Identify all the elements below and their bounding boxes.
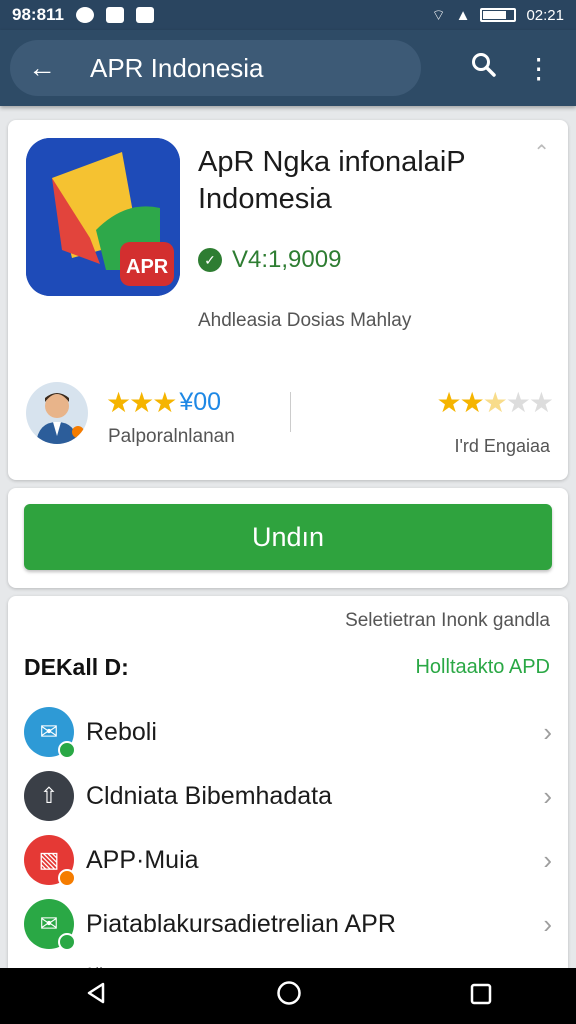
install-button[interactable]: Undın	[24, 504, 552, 570]
details-card: Seletietran Inonk gandla DEKall D: Hollt…	[8, 596, 568, 968]
star-rating-left: ★★★	[106, 387, 177, 418]
search-icon[interactable]	[457, 52, 512, 85]
rating-label-right: I'rd Engaiaa	[454, 436, 550, 456]
battery-icon	[480, 8, 517, 22]
rating-label-left: Palporalnlanan	[108, 426, 235, 447]
star-rating-right: ★★★★★	[436, 387, 554, 418]
list-item-data[interactable]: ⇧ Cldniata Bibemhadata ›	[8, 764, 568, 828]
search-bar[interactable]: ← APR Indonesia	[10, 40, 421, 96]
install-card: Undın	[8, 488, 568, 588]
list-item-protection[interactable]: ✉ Piatablakursadietrelian APR ›	[8, 892, 568, 956]
chevron-right-icon: ›	[543, 908, 552, 939]
chevron-right-icon: ›	[543, 844, 552, 875]
media-app-icon: ▧	[24, 835, 76, 887]
mail-icon	[106, 7, 124, 23]
rating-count: ¥00	[179, 388, 222, 416]
wifi-icon: ⌔	[431, 6, 446, 24]
details-link[interactable]: Holltaakto APD	[415, 656, 550, 679]
chevron-right-icon: ›	[543, 780, 552, 811]
app-info-card: APR ApR Ngka infonalaiP Indomesia ⌃ ✓ V4…	[8, 120, 568, 480]
list-item-label: Piatablakursadietrelian APR	[86, 909, 396, 938]
list-item-media[interactable]: ▧ APP·Muia ›	[8, 828, 568, 892]
list-item-reboli[interactable]: ✉ Reboli ›	[8, 700, 568, 764]
status-time: 02:21	[526, 6, 564, 24]
app-icon-text: APR	[126, 256, 169, 278]
app-notification-icon	[136, 7, 154, 23]
app-icon: APR	[26, 138, 180, 296]
nav-recents-icon[interactable]	[470, 981, 492, 1012]
nav-home-icon[interactable]	[276, 980, 302, 1013]
signal-icon: ▲	[455, 6, 471, 24]
system-nav-bar	[0, 968, 576, 1024]
more-vert-icon[interactable]: ⋮	[511, 52, 566, 85]
chevron-right-icon: ›	[543, 716, 552, 747]
avatar	[26, 382, 88, 444]
rating-divider	[290, 392, 291, 432]
status-left-text: 98:811	[12, 5, 64, 24]
back-arrow-icon[interactable]: ←	[28, 52, 68, 84]
developer-name[interactable]: Ahdleasia Dosias Mahlay	[198, 310, 411, 332]
app-bar-title: APR Indonesia	[90, 52, 264, 83]
chevron-up-icon[interactable]: ⌃	[533, 140, 550, 165]
see-all-link[interactable]: Seletietran Inonk gandla	[345, 610, 550, 632]
list-item-label: Cldniata Bibemhadata	[86, 781, 332, 810]
shield-mail-icon: ✉	[24, 899, 76, 951]
list-item-label: APP·Muia	[86, 845, 199, 874]
app-version: V4:1,9009	[232, 246, 342, 273]
rating-summary-left: ★★★ ¥00	[106, 386, 221, 419]
nav-back-icon[interactable]	[84, 981, 108, 1012]
details-heading: DEKall D:	[24, 654, 129, 680]
notification-icon	[76, 7, 94, 23]
version-row: ✓ V4:1,9009	[198, 246, 341, 274]
share-upload-icon: ⇧	[24, 771, 74, 821]
verified-icon: ✓	[198, 248, 222, 272]
mail-check-icon: ✉	[24, 707, 76, 759]
list-item-label: Reboli	[86, 717, 157, 746]
app-bar: ← APR Indonesia ⋮	[0, 30, 576, 106]
app-name: ApR Ngka infonalaiP Indomesia	[198, 146, 466, 215]
status-bar: 98:811 ⌔ ▲ 02:21	[0, 0, 576, 30]
